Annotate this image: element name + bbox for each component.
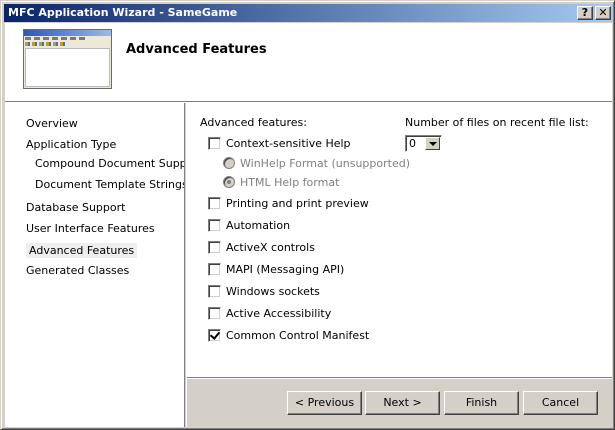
advanced-features-panel: Advanced features: Context-sensitive Hel… <box>187 103 612 377</box>
nav-item-database-support[interactable]: Database Support <box>26 201 125 214</box>
page-title: Advanced Features <box>126 42 267 57</box>
automation-checkbox[interactable] <box>208 218 221 232</box>
context-sensitive-help-label: Context-sensitive Help <box>226 136 351 150</box>
next-button[interactable]: Next > <box>365 391 440 415</box>
windows-sockets-option[interactable]: Windows sockets <box>208 283 320 299</box>
mapi-label: MAPI (Messaging API) <box>226 262 345 276</box>
html-help-format-radio[interactable] <box>223 176 235 188</box>
automation-option[interactable]: Automation <box>208 217 290 233</box>
activex-controls-label: ActiveX controls <box>226 240 315 254</box>
nav-item-application-type[interactable]: Application Type <box>26 138 116 151</box>
winhelp-format-label: WinHelp Format (unsupported) <box>240 156 411 170</box>
chevron-down-icon[interactable] <box>425 137 440 150</box>
nav-item-advanced-features[interactable]: Advanced Features <box>26 243 138 258</box>
cancel-button[interactable]: Cancel <box>523 391 598 415</box>
common-control-manifest-label: Common Control Manifest <box>226 328 370 342</box>
nav-item-generated-classes[interactable]: Generated Classes <box>26 264 129 277</box>
context-sensitive-help-checkbox[interactable] <box>208 136 221 150</box>
application-preview-image <box>23 29 112 89</box>
automation-label: Automation <box>226 218 291 232</box>
windows-sockets-label: Windows sockets <box>226 284 320 298</box>
active-accessibility-checkbox[interactable] <box>208 306 221 320</box>
wizard-header: Advanced Features <box>5 23 612 101</box>
wizard-window: MFC Application Wizard - SameGame ? ✕ Ad… <box>0 0 615 430</box>
activex-controls-option[interactable]: ActiveX controls <box>208 239 315 255</box>
previous-button[interactable]: < Previous <box>287 391 362 415</box>
mapi-checkbox[interactable] <box>208 262 221 276</box>
wizard-navigation: Overview Application Type Compound Docum… <box>5 103 202 427</box>
active-accessibility-label: Active Accessibility <box>226 306 332 320</box>
context-sensitive-help-option[interactable]: Context-sensitive Help <box>208 135 351 151</box>
nav-item-user-interface-features[interactable]: User Interface Features <box>26 222 155 235</box>
html-help-format-label: HTML Help format <box>240 175 340 189</box>
close-button[interactable]: ✕ <box>595 6 611 20</box>
nav-item-overview[interactable]: Overview <box>26 117 78 130</box>
printing-option[interactable]: Printing and print preview <box>208 195 369 211</box>
recent-files-value: 0 <box>409 137 416 150</box>
nav-item-compound-document-support[interactable]: Compound Document Support <box>35 157 202 170</box>
mapi-option[interactable]: MAPI (Messaging API) <box>208 261 344 277</box>
recent-files-dropdown[interactable]: 0 <box>405 135 442 152</box>
common-control-manifest-checkbox[interactable] <box>208 328 221 342</box>
winhelp-format-radio[interactable] <box>223 157 235 169</box>
buttons-divider <box>187 377 612 379</box>
help-button[interactable]: ? <box>577 6 593 20</box>
printing-label: Printing and print preview <box>226 196 369 210</box>
advanced-features-label: Advanced features: <box>200 116 307 129</box>
nav-item-document-template-strings[interactable]: Document Template Strings <box>35 178 188 191</box>
activex-controls-checkbox[interactable] <box>208 240 221 254</box>
finish-button[interactable]: Finish <box>444 391 519 415</box>
printing-checkbox[interactable] <box>208 196 221 210</box>
html-help-format-option[interactable]: HTML Help format <box>223 174 339 190</box>
window-title: MFC Application Wizard - SameGame <box>8 6 238 19</box>
winhelp-format-option[interactable]: WinHelp Format (unsupported) <box>223 155 410 171</box>
windows-sockets-checkbox[interactable] <box>208 284 221 298</box>
title-bar[interactable]: MFC Application Wizard - SameGame ? ✕ <box>4 4 613 22</box>
active-accessibility-option[interactable]: Active Accessibility <box>208 305 331 321</box>
recent-files-label: Number of files on recent file list: <box>405 116 589 129</box>
common-control-manifest-option[interactable]: Common Control Manifest <box>208 327 369 343</box>
